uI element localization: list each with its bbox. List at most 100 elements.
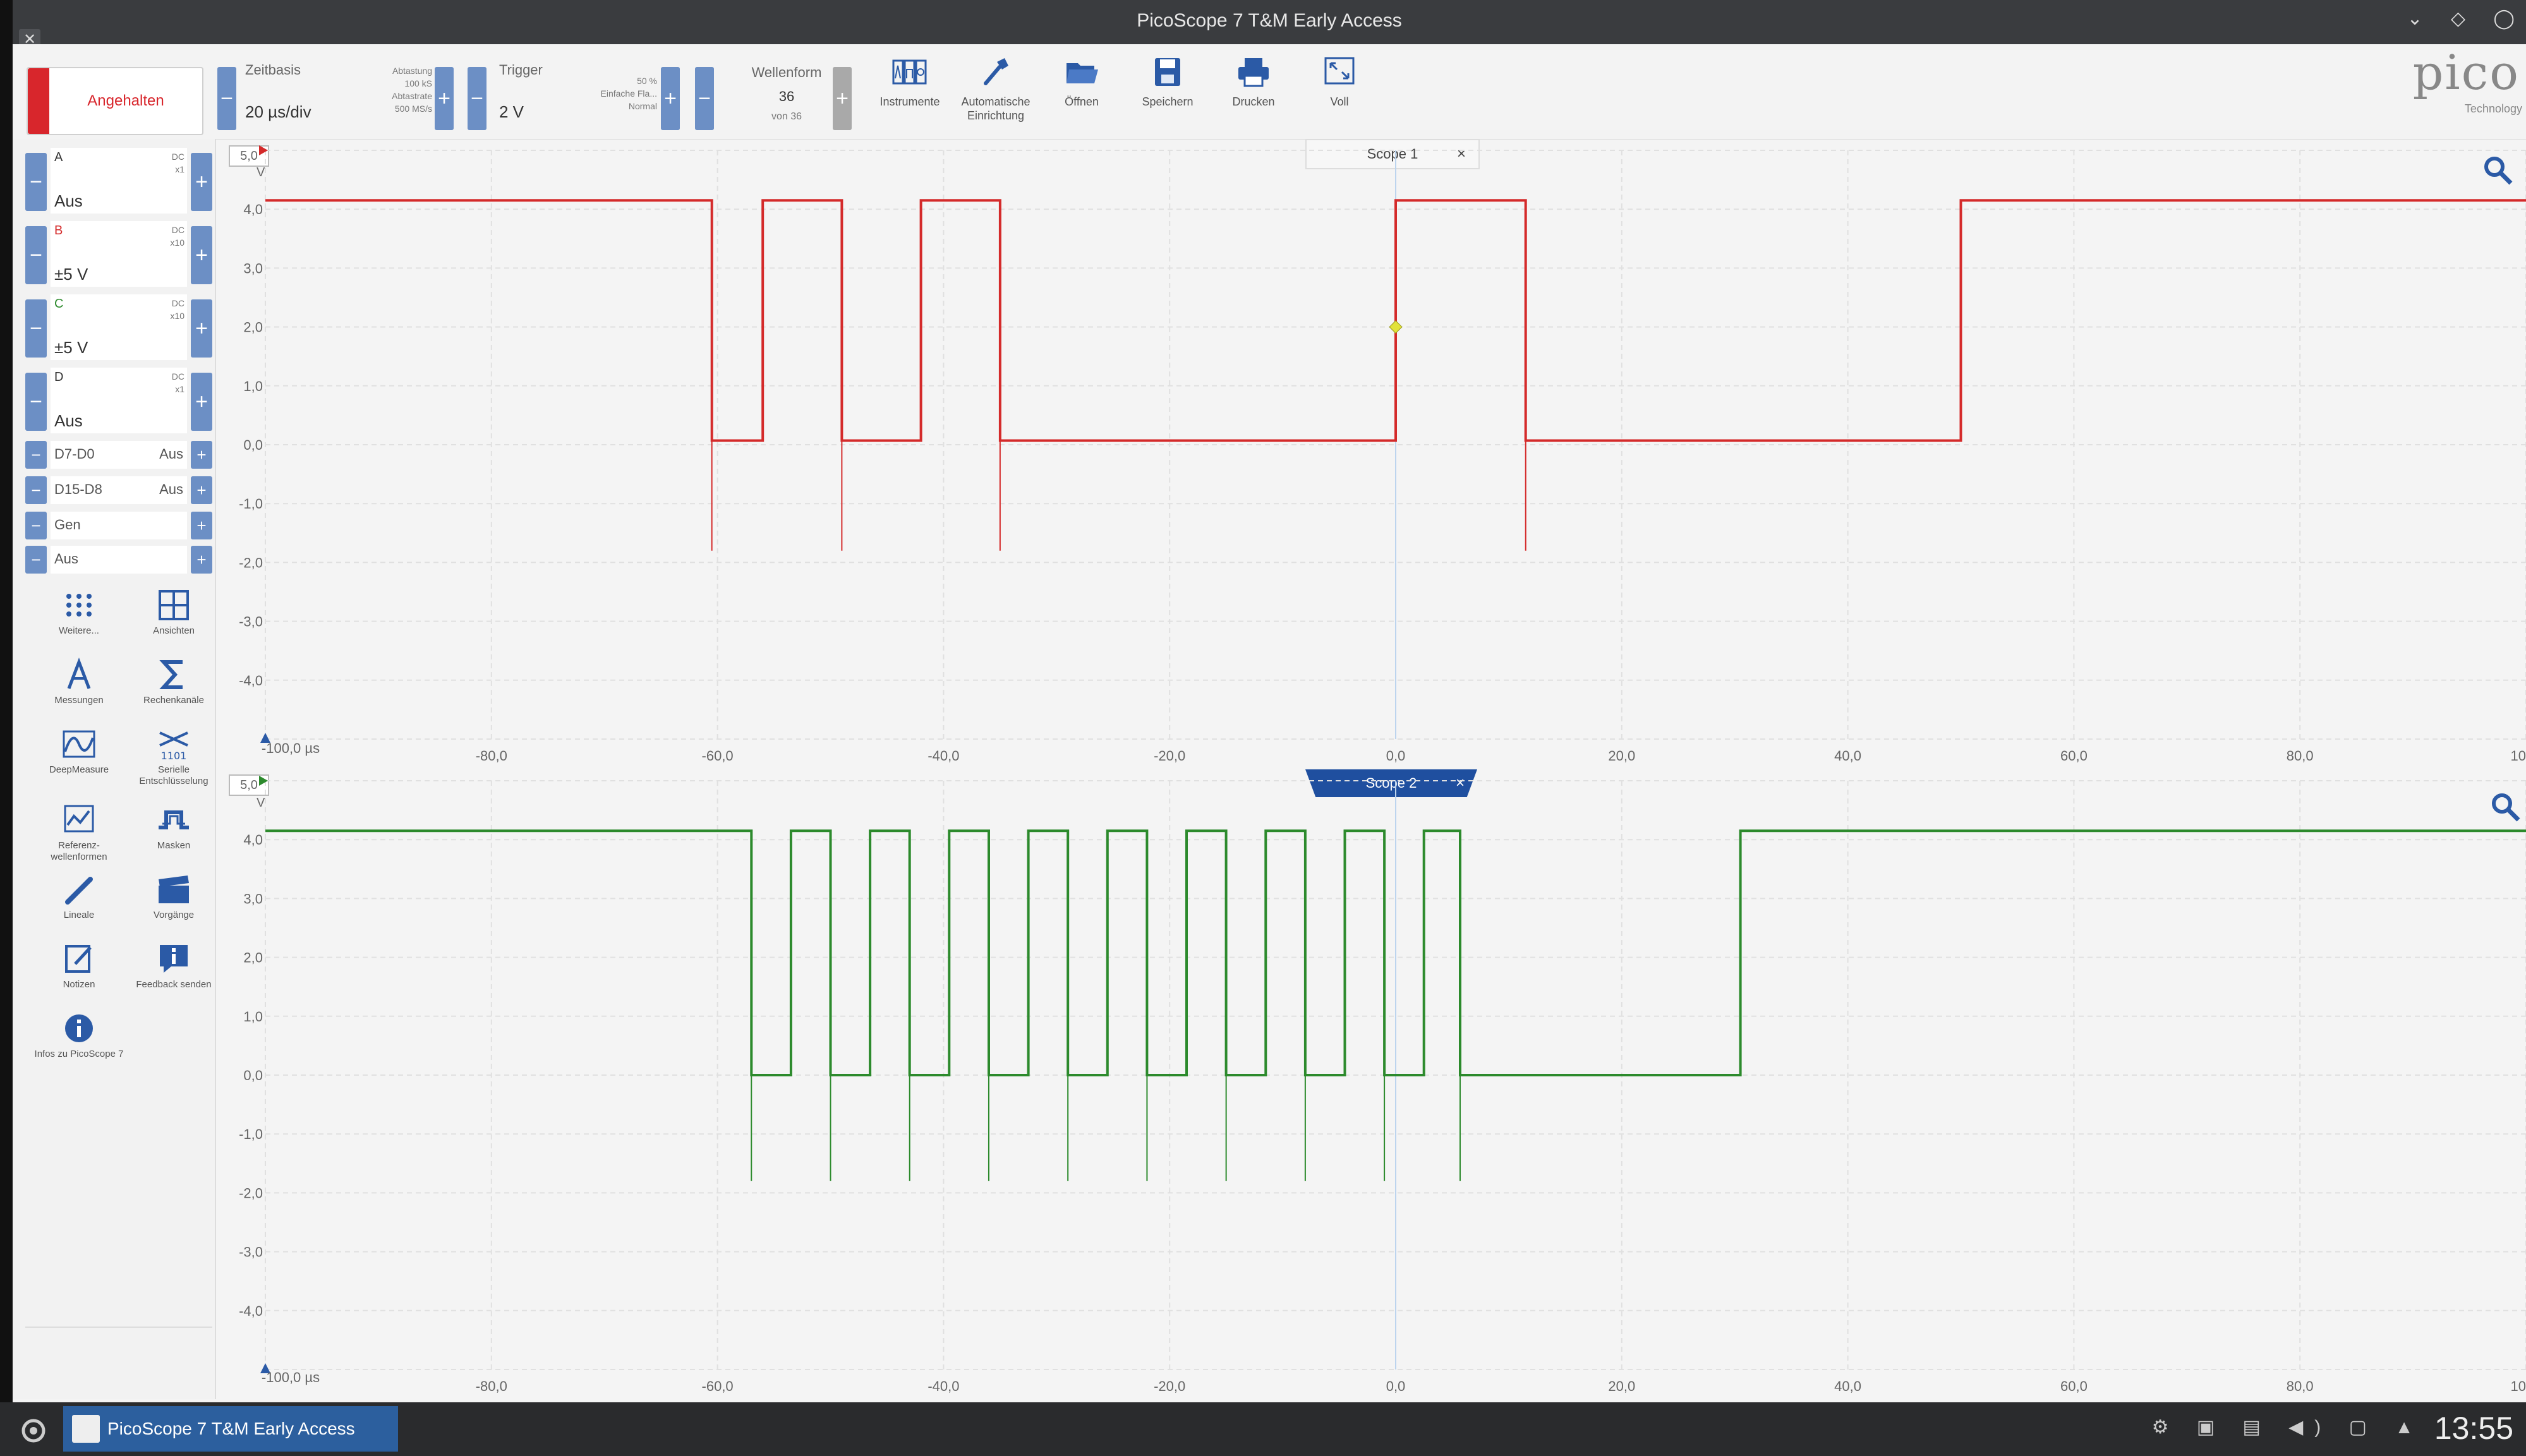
ruler-icon [65,877,93,905]
notes-icon [65,945,92,973]
tool-deepmeasure[interactable]: DeepMeasure [32,726,126,776]
y-tick-label: 4,0 [243,832,263,848]
digital-d7-d0-name: D7-D0 [54,446,95,462]
tool-masks[interactable]: Masken [126,802,221,851]
channel-b-decrease-button[interactable]: − [25,226,47,284]
channel-d-box[interactable]: D DC x1 Aus [51,368,187,433]
channel-c-box[interactable]: C DC x10 ±5 V [51,294,187,360]
channel-d-increase-button[interactable]: + [191,373,212,431]
digital-d15-d8-increase-button[interactable]: + [191,476,212,504]
timebase-increase-button[interactable]: + [435,67,454,130]
taskbar: PicoScope 7 T&M Early Access ⚙ ▣ ▤ ◀) ▢ … [0,1402,2526,1456]
instrumente-label: Instrumente [879,95,940,108]
tool-about[interactable]: Infos zu PicoScope 7 [32,1011,126,1060]
fullscreen-button[interactable]: Voll [1302,54,1377,136]
tool-more[interactable]: Weitere... [32,587,126,637]
auto-setup-button[interactable]: Automatische Einrichtung [958,54,1034,136]
timebase-value[interactable]: 20 µs/div [245,102,311,122]
channel-a-increase-button[interactable]: + [191,153,212,211]
fullscreen-label: Voll [1330,95,1349,108]
tool-measurements[interactable]: Messungen [32,657,126,706]
channel-c-decrease-button[interactable]: − [25,299,47,358]
channel-c: − C DC x10 ±5 V + [25,292,212,360]
generator-increase-button[interactable]: + [191,512,212,539]
y-tick-label: 4,0 [243,202,263,217]
taskbar-picoscope-task[interactable]: PicoScope 7 T&M Early Access [63,1406,398,1452]
channel-a-coupling: DC x1 [171,152,184,174]
digital-d7-d0-box[interactable]: D7-D0 Aus [51,441,187,469]
tool-serial-decoding[interactable]: 1101 Serielle Entschlüsselung [126,726,221,787]
x-tick-label: -20,0 [1154,1378,1185,1394]
digital-d7-d0-increase-button[interactable]: + [191,441,212,469]
x-tick-label: 20,0 [1608,1378,1635,1394]
taskbar-clock: 13:55 [2434,1411,2513,1446]
channel-c-coupling: DC x10 [170,298,184,321]
x-tick-label: -80,0 [476,1378,507,1394]
actions-clapper-icon [159,875,189,903]
window-controls[interactable]: ⌄ ◇ ◯ [2407,8,2526,30]
tool-notes-label: Notizen [63,979,95,990]
tool-send-feedback[interactable]: Feedback senden [126,941,221,990]
channel-b: − B DC x10 ±5 V + [25,219,212,287]
channel-a-decrease-button[interactable]: − [25,153,47,211]
trigger-decrease-button[interactable]: − [468,67,486,130]
tool-math-channels[interactable]: Rechenkanäle [126,657,221,706]
channel-a-box[interactable]: A DC x1 Aus [51,148,187,214]
generator-box[interactable]: Gen [51,512,187,539]
tool-more-label: Weitere... [59,625,99,636]
generator-decrease-button[interactable]: − [25,512,47,539]
tool-actions[interactable]: Vorgänge [126,872,221,921]
tool-rulers[interactable]: Lineale [32,872,126,921]
waveform-next-button[interactable]: + [833,67,852,130]
generator-name: Gen [54,517,81,532]
open-label: Öffnen [1065,95,1099,108]
x-tick-label: 10 [2511,1378,2526,1394]
channel-d-decrease-button[interactable]: − [25,373,47,431]
tool-notes[interactable]: Notizen [32,941,126,990]
generator-state-increase-button[interactable]: + [191,546,212,574]
x-tick-label: 40,0 [1834,1378,1861,1394]
sidebar-separator [25,1327,212,1328]
run-stop-button[interactable]: Angehalten [27,67,203,135]
instrumente-button[interactable]: Instrumente [872,54,948,136]
tool-reference-waveforms[interactable]: Referenz-wellenformen [32,802,126,863]
y-axis-marker[interactable] [259,145,268,155]
waveform-index[interactable]: 36 [733,88,840,105]
scope-2-plot[interactable]: 4,0 3,0 2,0 1,0 0,0 -1,0 -2,0 -3,0 -4,0 -80,0 -60,… [215,769,2526,1401]
trigger-value[interactable]: 2 V [499,102,524,122]
tool-about-label: Infos zu PicoScope 7 [34,1049,124,1059]
generator-state-decrease-button[interactable]: − [25,546,47,574]
trigger-increase-button[interactable]: + [661,67,680,130]
masks-icon [159,810,189,829]
open-button[interactable]: Öffnen [1044,54,1120,136]
tool-rulers-label: Lineale [63,910,95,920]
y-tick-label: -4,0 [239,673,263,689]
y-tick-label: 3,0 [243,260,263,276]
channel-c-increase-button[interactable]: + [191,299,212,358]
start-menu-icon[interactable] [18,1415,49,1447]
save-button[interactable]: Speichern [1130,54,1206,136]
scope-1-plot[interactable]: 4,0 3,0 2,0 1,0 0,0 -1,0 -2,0 -3,0 -4,0 -80,0 -60,… [215,139,2526,771]
trigger-marker[interactable] [1389,320,1403,334]
digital-d15-d8-decrease-button[interactable]: − [25,476,47,504]
scope-2-x-origin-label: -100,0 µs [261,1369,320,1385]
digital-d7-d0-decrease-button[interactable]: − [25,441,47,469]
system-tray[interactable]: ⚙ ▣ ▤ ◀) ▢ ▲ [2152,1416,2425,1438]
y-tick-label: -1,0 [239,496,263,512]
generator-state-box[interactable]: Aus [51,546,187,574]
digital-d15-d8-box[interactable]: D15-D8 Aus [51,476,187,504]
channel-b-increase-button[interactable]: + [191,226,212,284]
y-axis-marker[interactable] [259,776,268,786]
print-label: Drucken [1232,95,1275,108]
waveform-previous-button[interactable]: − [695,67,714,130]
svg-text:1101: 1101 [161,750,187,762]
print-button[interactable]: Drucken [1216,54,1291,136]
channel-b-coupling: DC x10 [170,225,184,248]
tool-views[interactable]: Ansichten [126,587,221,637]
channel-b-box[interactable]: B DC x10 ±5 V [51,221,187,287]
x-tick-label: -20,0 [1154,748,1185,764]
timebase-caption: Zeitbasis [245,62,301,78]
title-bar: ✕ PicoScope 7 T&M Early Access ⌄ ◇ ◯ [13,0,2526,51]
timebase-decrease-button[interactable]: − [217,67,236,130]
waveform-control: − Wellenform 36 von 36 + [695,62,859,135]
